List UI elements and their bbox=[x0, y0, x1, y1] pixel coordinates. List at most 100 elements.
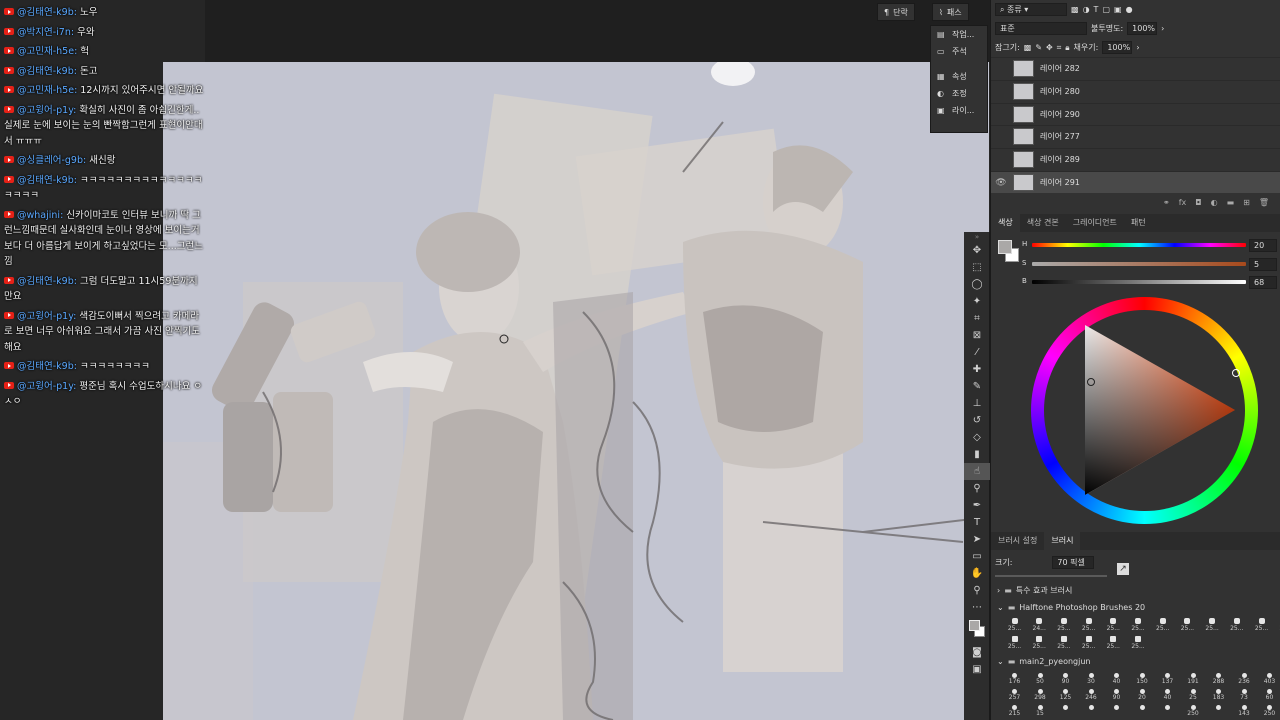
brush-size-slider[interactable] bbox=[995, 575, 1107, 577]
tab-gradients[interactable]: 그레이디언트 bbox=[1066, 214, 1124, 232]
brush-preset[interactable]: 250 bbox=[1182, 704, 1205, 720]
filter-pixel-icon[interactable]: ▩ bbox=[1071, 5, 1079, 14]
more-tools-icon[interactable]: ⋯ bbox=[964, 599, 990, 616]
hue-slider[interactable] bbox=[1032, 243, 1246, 247]
brightness-value-input[interactable]: 68 bbox=[1249, 276, 1277, 289]
eye-icon[interactable]: 👁︎ bbox=[991, 178, 1011, 188]
layer-row[interactable]: 👁︎ 레이어 291 bbox=[991, 171, 1280, 193]
brush-preset[interactable]: 90 bbox=[1054, 672, 1077, 688]
lock-move-icon[interactable]: ✥ bbox=[1046, 43, 1053, 52]
opacity-dropdown-icon[interactable]: › bbox=[1161, 24, 1164, 33]
brush-preset[interactable]: 215 bbox=[1003, 704, 1026, 720]
lasso-tool-icon[interactable]: ◯ bbox=[964, 276, 990, 293]
foreground-color-swatch[interactable] bbox=[998, 240, 1012, 254]
history-panel-button[interactable]: ▤ 작업... bbox=[931, 26, 987, 43]
properties-panel-button[interactable]: ▦ 속성 bbox=[931, 68, 987, 85]
fx-icon[interactable]: fx bbox=[1179, 198, 1187, 207]
brush-preset[interactable]: 25... bbox=[1151, 616, 1174, 636]
fill-dropdown-icon[interactable]: › bbox=[1136, 43, 1139, 52]
brush-preset[interactable]: 137 bbox=[1156, 672, 1179, 688]
brush-preset[interactable]: 60 bbox=[1258, 688, 1280, 704]
brush-tool-icon[interactable]: ✎ bbox=[964, 378, 990, 395]
brush-preset[interactable]: 25... bbox=[1003, 616, 1026, 636]
brush-preset[interactable]: 403 bbox=[1258, 672, 1280, 688]
lock-paint-icon[interactable]: ✎ bbox=[1035, 43, 1042, 52]
tab-patterns[interactable]: 패턴 bbox=[1124, 214, 1153, 232]
paragraph-panel-button[interactable]: ¶ 단락 bbox=[877, 3, 915, 21]
layer-filter-select[interactable]: ⌕ 종류 ▾ bbox=[995, 3, 1067, 16]
eyedropper-tool-icon[interactable]: ⁄ bbox=[964, 344, 990, 361]
brush-preset[interactable]: 30 bbox=[1080, 672, 1103, 688]
brush-preset[interactable]: 15 bbox=[1029, 704, 1052, 720]
brush-preset[interactable]: 125 bbox=[1054, 688, 1077, 704]
pen-tool-icon[interactable]: ✒ bbox=[964, 497, 990, 514]
stamp-tool-icon[interactable]: ⊥ bbox=[964, 395, 990, 412]
history-brush-tool-icon[interactable]: ↺ bbox=[964, 412, 990, 429]
filter-shape-icon[interactable]: ▢ bbox=[1102, 5, 1110, 14]
new-layer-icon[interactable]: ⊞ bbox=[1243, 198, 1250, 207]
brush-preset[interactable]: 25... bbox=[1102, 616, 1125, 636]
brush-preset[interactable] bbox=[1054, 704, 1077, 720]
brush-group-special[interactable]: › ▬ 특수 효과 브러시 bbox=[997, 585, 1072, 596]
smudge-tool-icon[interactable]: ☝ bbox=[964, 463, 990, 480]
filter-smart-icon[interactable]: ▣ bbox=[1114, 5, 1122, 14]
brush-preset[interactable]: 40 bbox=[1105, 672, 1128, 688]
brush-preset[interactable]: 288 bbox=[1207, 672, 1230, 688]
saturation-value-input[interactable]: 5 bbox=[1249, 258, 1277, 271]
quick-mask-icon[interactable]: ◙ bbox=[964, 644, 990, 661]
layer-row[interactable]: 레이어 277 bbox=[991, 125, 1280, 147]
filter-type-icon[interactable]: T bbox=[1094, 5, 1099, 14]
brush-preset[interactable]: 73 bbox=[1233, 688, 1256, 704]
brush-preset[interactable]: 24... bbox=[1028, 616, 1051, 636]
delete-layer-icon[interactable]: 🗑︎ bbox=[1259, 198, 1269, 207]
brush-preset[interactable]: 25... bbox=[1127, 634, 1150, 654]
brush-preset[interactable]: 25... bbox=[1102, 634, 1125, 654]
brush-preset[interactable]: 50 bbox=[1029, 672, 1052, 688]
blend-mode-select[interactable]: 표준 bbox=[995, 22, 1087, 35]
tab-swatches[interactable]: 색상 견본 bbox=[1020, 214, 1066, 232]
brush-preset[interactable]: 250 bbox=[1258, 704, 1280, 720]
mask-icon[interactable]: ◘ bbox=[1195, 198, 1201, 207]
brush-preset[interactable]: 25... bbox=[1127, 616, 1150, 636]
brush-preset[interactable]: 257 bbox=[1003, 688, 1026, 704]
fill-input[interactable]: 100% bbox=[1102, 41, 1133, 54]
lock-transparent-icon[interactable]: ▩ bbox=[1024, 43, 1032, 52]
link-layers-icon[interactable]: ⚭ bbox=[1163, 198, 1170, 207]
brush-preset[interactable]: 25... bbox=[1176, 616, 1199, 636]
lock-all-icon[interactable]: 🔒︎ bbox=[1065, 43, 1069, 53]
brush-preset[interactable]: 25... bbox=[1052, 634, 1075, 654]
brush-preset[interactable]: 236 bbox=[1233, 672, 1256, 688]
brush-preset[interactable]: 25... bbox=[1003, 634, 1026, 654]
screen-mode-icon[interactable]: ▣ bbox=[964, 661, 990, 678]
libraries-panel-button[interactable]: ▣ 라이... bbox=[931, 102, 987, 119]
hue-value-input[interactable]: 20 bbox=[1249, 239, 1277, 252]
gradient-tool-icon[interactable]: ▮ bbox=[964, 446, 990, 463]
brush-group-halftone[interactable]: ⌄ ▬ Halftone Photoshop Brushes 20 bbox=[997, 603, 1145, 612]
brush-preset[interactable]: 25... bbox=[1077, 634, 1100, 654]
brush-preset[interactable] bbox=[1156, 704, 1179, 720]
opacity-input[interactable]: 100% bbox=[1127, 22, 1158, 35]
tab-brush-settings[interactable]: 브러시 설정 bbox=[991, 532, 1044, 550]
crop-tool-icon[interactable]: ⌗ bbox=[964, 310, 990, 327]
brush-preset[interactable]: 143 bbox=[1233, 704, 1256, 720]
dodge-tool-icon[interactable]: ⚲ bbox=[964, 480, 990, 497]
frame-tool-icon[interactable]: ⊠ bbox=[964, 327, 990, 344]
magic-wand-tool-icon[interactable]: ✦ bbox=[964, 293, 990, 310]
brush-preset[interactable]: 90 bbox=[1105, 688, 1128, 704]
path-selection-tool-icon[interactable]: ➤ bbox=[964, 531, 990, 548]
layer-row[interactable]: 레이어 290 bbox=[991, 102, 1280, 125]
color-wheel[interactable] bbox=[1031, 297, 1258, 524]
color-triangle[interactable] bbox=[1031, 297, 1258, 524]
brush-preset[interactable]: 183 bbox=[1207, 688, 1230, 704]
saturation-slider[interactable] bbox=[1032, 262, 1246, 266]
brush-group-main2[interactable]: ⌄ ▬ main2_pyeongjun bbox=[997, 657, 1090, 666]
brush-preset[interactable]: 150 bbox=[1131, 672, 1154, 688]
zoom-tool-icon[interactable]: ⚲ bbox=[964, 582, 990, 599]
eraser-tool-icon[interactable]: ◇ bbox=[964, 429, 990, 446]
brush-preset[interactable]: 25... bbox=[1275, 616, 1280, 636]
brush-preset[interactable]: 40 bbox=[1156, 688, 1179, 704]
toolbar-grip-icon[interactable]: » bbox=[964, 232, 990, 242]
layer-row[interactable]: 레이어 280 bbox=[991, 79, 1280, 102]
adjustments-panel-button[interactable]: ◐ 조정 bbox=[931, 85, 987, 102]
brush-preset[interactable]: 25... bbox=[1250, 616, 1273, 636]
